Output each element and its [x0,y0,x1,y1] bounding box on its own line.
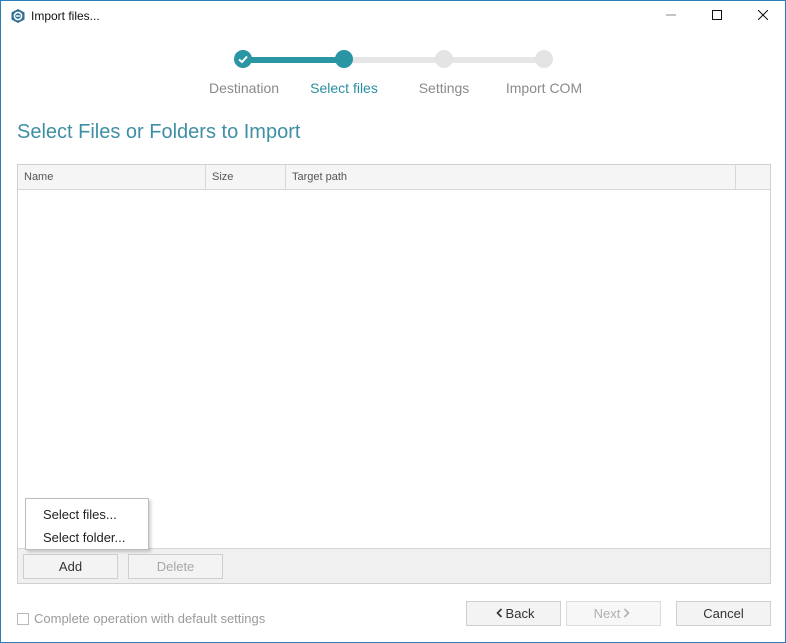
chevron-right-icon [623,604,630,627]
close-icon [757,7,769,25]
column-header-target-path[interactable]: Target path [286,165,736,189]
add-button[interactable]: Add [23,554,118,579]
check-icon [234,55,252,72]
title-bar[interactable]: Import files... [1,1,785,31]
menu-item-select-folder[interactable]: Select folder... [26,526,148,549]
next-button-label: Next [593,606,621,621]
wizard-stepper: Destination Select files Settings Import… [1,41,785,101]
chevron-left-icon [495,604,503,627]
app-logo-icon [10,8,26,24]
menu-item-select-files[interactable]: Select files... [26,503,148,526]
step-dot-settings [435,50,453,68]
import-files-dialog: Import files... Destination Select files… [0,0,786,643]
step-dot-select-files [335,50,353,68]
page-title: Select Files or Folders to Import [17,121,301,143]
maximize-button[interactable] [694,1,740,31]
add-context-menu: Select files... Select folder... [25,498,149,550]
back-button[interactable]: Back [466,601,561,626]
step-dot-import-com [535,50,553,68]
default-settings-checkbox[interactable] [17,613,29,625]
next-button[interactable]: Next [566,601,661,626]
maximize-icon [712,7,722,25]
table-body[interactable] [18,190,770,548]
minimize-icon [666,7,676,25]
column-header-size[interactable]: Size [206,165,286,189]
table-footer: Add Delete [18,548,770,583]
close-button[interactable] [740,1,786,31]
table-header: Name Size Target path [18,165,770,190]
delete-button[interactable]: Delete [128,554,223,579]
cancel-button[interactable]: Cancel [676,601,771,626]
minimize-button[interactable] [648,1,694,31]
stepper-track-done [243,57,344,63]
column-header-name[interactable]: Name [18,165,206,189]
column-header-extra [736,165,770,189]
step-dot-destination [234,50,252,68]
window-title: Import files... [31,9,100,23]
back-button-label: Back [505,606,535,621]
step-label-import-com: Import COM [505,80,583,96]
default-settings-label[interactable]: Complete operation with default settings [34,611,265,626]
